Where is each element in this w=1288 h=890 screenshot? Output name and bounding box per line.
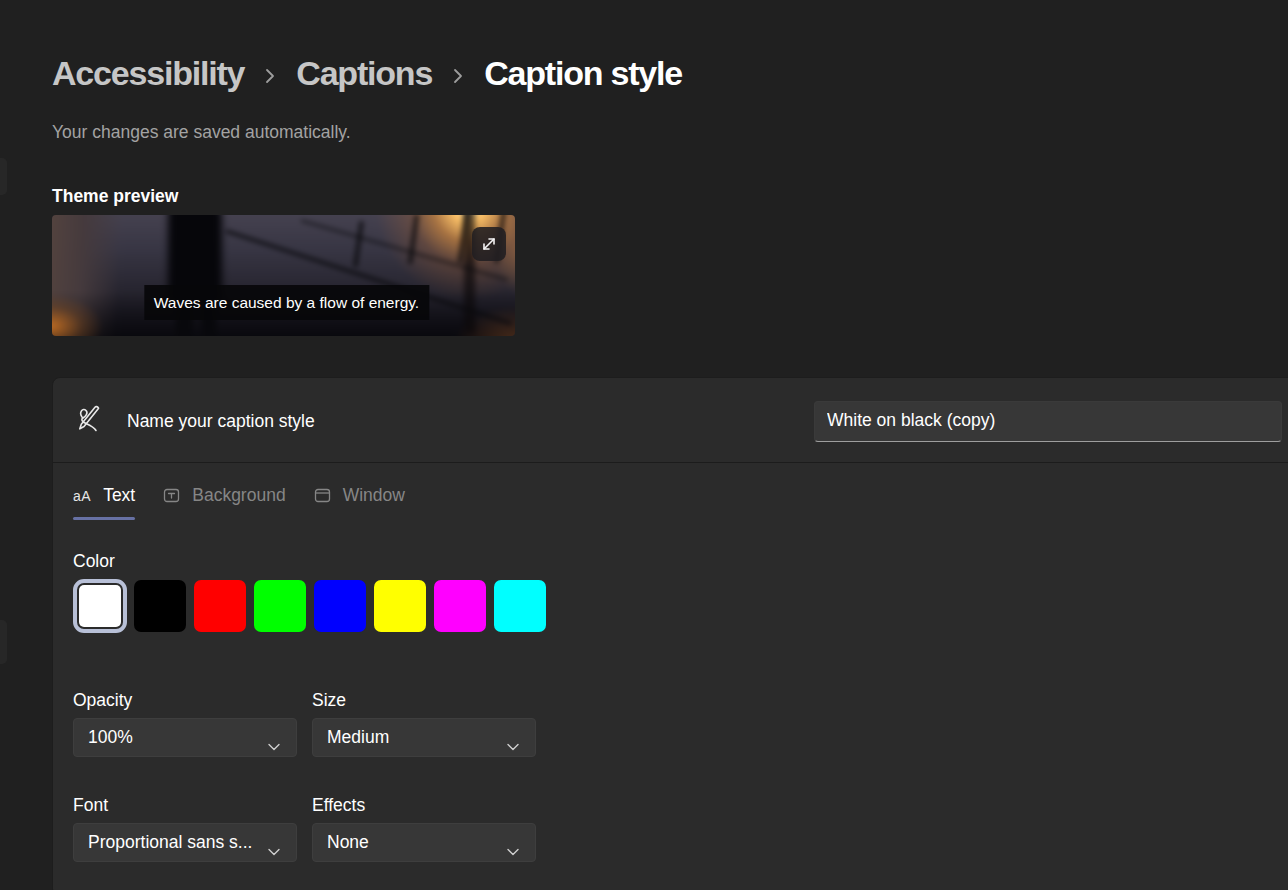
tab-text[interactable]: aA Text <box>73 485 135 520</box>
style-tabs: aA Text Background Window <box>73 485 405 520</box>
effects-dropdown[interactable]: None <box>312 823 536 862</box>
color-swatch-white[interactable] <box>73 579 127 633</box>
tab-background[interactable]: Background <box>163 485 285 520</box>
field-label: Font <box>73 795 297 815</box>
color-swatch-green[interactable] <box>253 579 307 633</box>
color-swatch-yellow[interactable] <box>373 579 427 633</box>
window-icon <box>314 487 331 504</box>
opacity-dropdown[interactable]: 100% <box>73 718 297 757</box>
color-swatch-black[interactable] <box>133 579 187 633</box>
caption-style-card: Name your caption style aA Text Backgrou… <box>52 377 1288 890</box>
name-caption-style-label: Name your caption style <box>127 411 315 432</box>
chevron-down-icon <box>268 840 280 861</box>
dropdown-value: None <box>327 832 369 853</box>
chevron-right-icon <box>265 64 275 84</box>
sidebar-item-edge-bottom[interactable] <box>0 620 7 664</box>
field-label: Effects <box>312 795 536 815</box>
theme-preview-image: Waves are caused by a flow of energy. <box>52 215 515 336</box>
caption-preview-text: Waves are caused by a flow of energy. <box>144 285 429 320</box>
breadcrumb: Accessibility Captions Caption style <box>52 54 682 93</box>
sidebar-item-edge-top[interactable] <box>0 158 7 195</box>
font-dropdown[interactable]: Proportional sans s... <box>73 823 297 862</box>
breadcrumb-caption-style: Caption style <box>484 54 682 93</box>
tab-window[interactable]: Window <box>314 485 405 520</box>
dropdown-fields: Opacity 100% Size Medium Font Proportion… <box>73 690 536 862</box>
diagonal-expand-icon <box>480 235 498 253</box>
text-size-icon: aA <box>73 488 91 504</box>
breadcrumb-captions[interactable]: Captions <box>296 54 432 93</box>
color-swatch-red[interactable] <box>193 579 247 633</box>
color-swatch-blue[interactable] <box>313 579 367 633</box>
dropdown-value: Proportional sans s... <box>88 832 252 853</box>
color-section-label: Color <box>73 551 115 572</box>
photo-railing-post <box>408 215 420 264</box>
caption-style-name-input[interactable] <box>814 401 1282 442</box>
selected-tab-underline <box>73 517 135 520</box>
dropdown-value: 100% <box>88 727 133 748</box>
field-label: Size <box>312 690 536 710</box>
theme-preview-heading: Theme preview <box>52 186 178 207</box>
background-box-icon <box>163 487 180 504</box>
dropdown-value: Medium <box>327 727 389 748</box>
color-swatch-cyan[interactable] <box>493 579 547 633</box>
rename-signature-icon <box>74 404 104 438</box>
photo-railing-post <box>353 221 364 267</box>
chevron-down-icon <box>268 735 280 756</box>
breadcrumb-accessibility[interactable]: Accessibility <box>52 54 244 93</box>
autosave-note: Your changes are saved automatically. <box>52 122 351 143</box>
expand-preview-button[interactable] <box>472 227 506 261</box>
color-swatch-magenta[interactable] <box>433 579 487 633</box>
field-label: Opacity <box>73 690 297 710</box>
color-swatches <box>73 579 547 633</box>
chevron-down-icon <box>507 840 519 861</box>
chevron-down-icon <box>507 735 519 756</box>
size-dropdown[interactable]: Medium <box>312 718 536 757</box>
card-divider <box>53 462 1288 463</box>
chevron-right-icon <box>453 64 463 84</box>
